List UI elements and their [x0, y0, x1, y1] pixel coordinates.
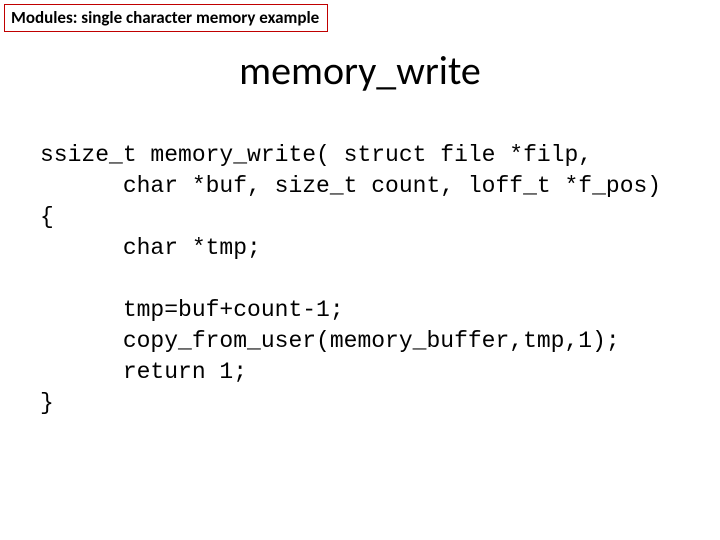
slide: Modules: single character memory example… — [0, 0, 720, 540]
slide-title: memory_write — [0, 46, 720, 95]
code-block: ssize_t memory_write( struct file *filp,… — [40, 140, 690, 419]
breadcrumb-text: Modules: single character memory example — [11, 7, 319, 28]
breadcrumb-box: Modules: single character memory example — [4, 4, 328, 32]
